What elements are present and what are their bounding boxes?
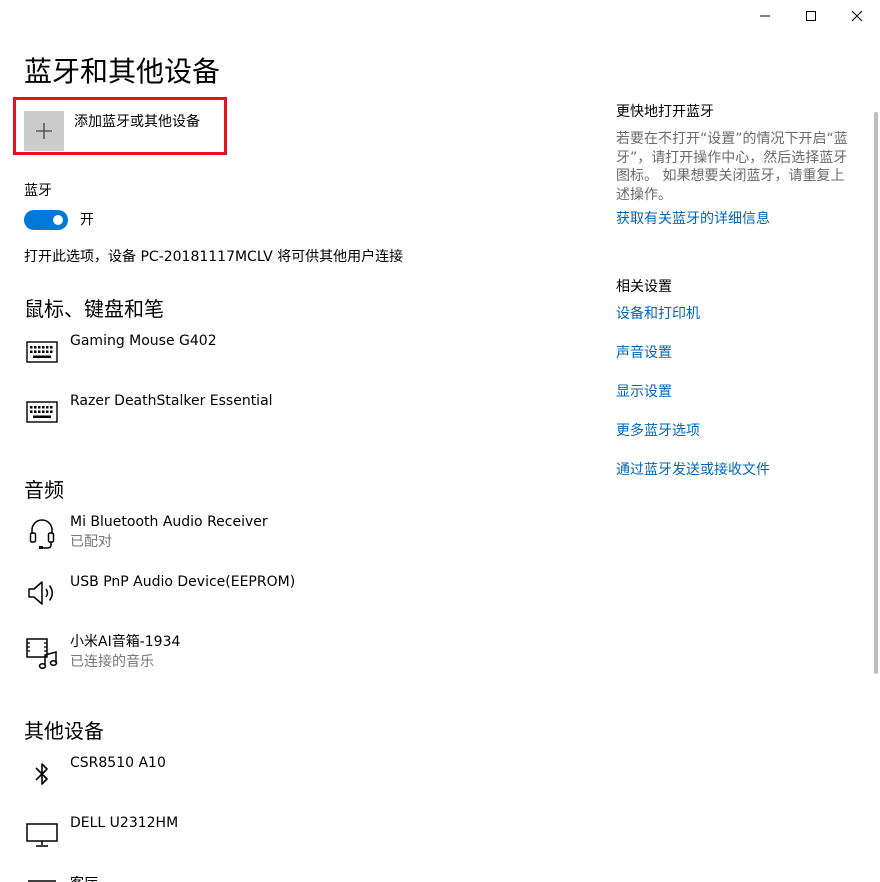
- minimize-icon: [760, 15, 770, 17]
- toggle-knob: [53, 215, 63, 225]
- scrollbar[interactable]: [874, 112, 878, 674]
- device-gaming-mouse[interactable]: Gaming Mouse G402: [24, 332, 464, 380]
- section-title-other: 其他设备: [24, 719, 104, 743]
- bluetooth-toggle[interactable]: [24, 210, 68, 230]
- plus-icon: [36, 123, 52, 139]
- device-name: Mi Bluetooth Audio Receiver: [70, 514, 268, 530]
- add-device-button[interactable]: 添加蓝牙或其他设备: [24, 111, 224, 151]
- maximize-button[interactable]: [788, 0, 834, 32]
- link-send-receive-files[interactable]: 通过蓝牙发送或接收文件: [616, 461, 770, 479]
- bluetooth-info-link[interactable]: 获取有关蓝牙的详细信息: [616, 210, 770, 228]
- link-sound-settings[interactable]: 声音设置: [616, 344, 672, 362]
- quick-bluetooth-title: 更快地打开蓝牙: [616, 104, 714, 120]
- window-controls: [742, 0, 880, 32]
- headset-icon: [29, 519, 55, 549]
- link-display-settings[interactable]: 显示设置: [616, 383, 672, 401]
- bluetooth-label: 蓝牙: [24, 183, 52, 199]
- bluetooth-icon: [35, 763, 48, 785]
- section-title-mouse: 鼠标、键盘和笔: [24, 297, 164, 321]
- device-name: Gaming Mouse G402: [70, 333, 217, 349]
- quick-bluetooth-description: 若要在不打开“设置”的情况下开启“蓝牙”，请打开操作中心，然后选择蓝牙图标。 如…: [616, 131, 848, 203]
- device-status: 已连接的音乐: [70, 654, 154, 670]
- bluetooth-description: 打开此选项，设备 PC-20181117MCLV 将可供其他用户连接: [24, 249, 404, 265]
- page-title: 蓝牙和其他设备: [24, 55, 221, 88]
- section-title-audio: 音频: [24, 478, 64, 502]
- device-name: 小米AI音箱-1934: [70, 634, 181, 650]
- device-csr8510[interactable]: CSR8510 A10: [24, 754, 464, 802]
- speaker-icon: [28, 581, 53, 605]
- device-name: 客厅: [70, 875, 98, 882]
- device-living-room[interactable]: 客厅: [24, 874, 464, 882]
- close-icon: [851, 10, 863, 22]
- device-status: 已配对: [70, 534, 112, 550]
- device-mi-bluetooth-receiver[interactable]: Mi Bluetooth Audio Receiver 已配对: [24, 513, 464, 561]
- device-icon: [28, 880, 56, 882]
- device-usb-audio[interactable]: USB PnP Audio Device(EEPROM): [24, 573, 464, 621]
- device-name: DELL U2312HM: [70, 815, 179, 831]
- device-xiaomi-speaker[interactable]: 小米AI音箱-1934 已连接的音乐: [24, 633, 464, 681]
- device-name: Razer DeathStalker Essential: [70, 393, 273, 409]
- music-device-icon: [26, 638, 58, 670]
- related-settings-title: 相关设置: [616, 279, 672, 295]
- device-razer-keyboard[interactable]: Razer DeathStalker Essential: [24, 392, 464, 440]
- link-more-bluetooth-options[interactable]: 更多蓝牙选项: [616, 422, 700, 440]
- add-device-label: 添加蓝牙或其他设备: [74, 114, 200, 130]
- bluetooth-state-label: 开: [80, 212, 94, 228]
- add-tile: [24, 111, 64, 151]
- close-button[interactable]: [834, 0, 880, 32]
- keyboard-icon: [26, 341, 58, 363]
- maximize-icon: [806, 11, 816, 21]
- keyboard-icon: [26, 401, 58, 423]
- monitor-icon: [26, 823, 58, 847]
- minimize-button[interactable]: [742, 0, 788, 32]
- link-devices-printers[interactable]: 设备和打印机: [616, 305, 700, 323]
- device-name: CSR8510 A10: [70, 755, 166, 771]
- device-name: USB PnP Audio Device(EEPROM): [70, 574, 296, 590]
- device-dell-monitor[interactable]: DELL U2312HM: [24, 814, 464, 862]
